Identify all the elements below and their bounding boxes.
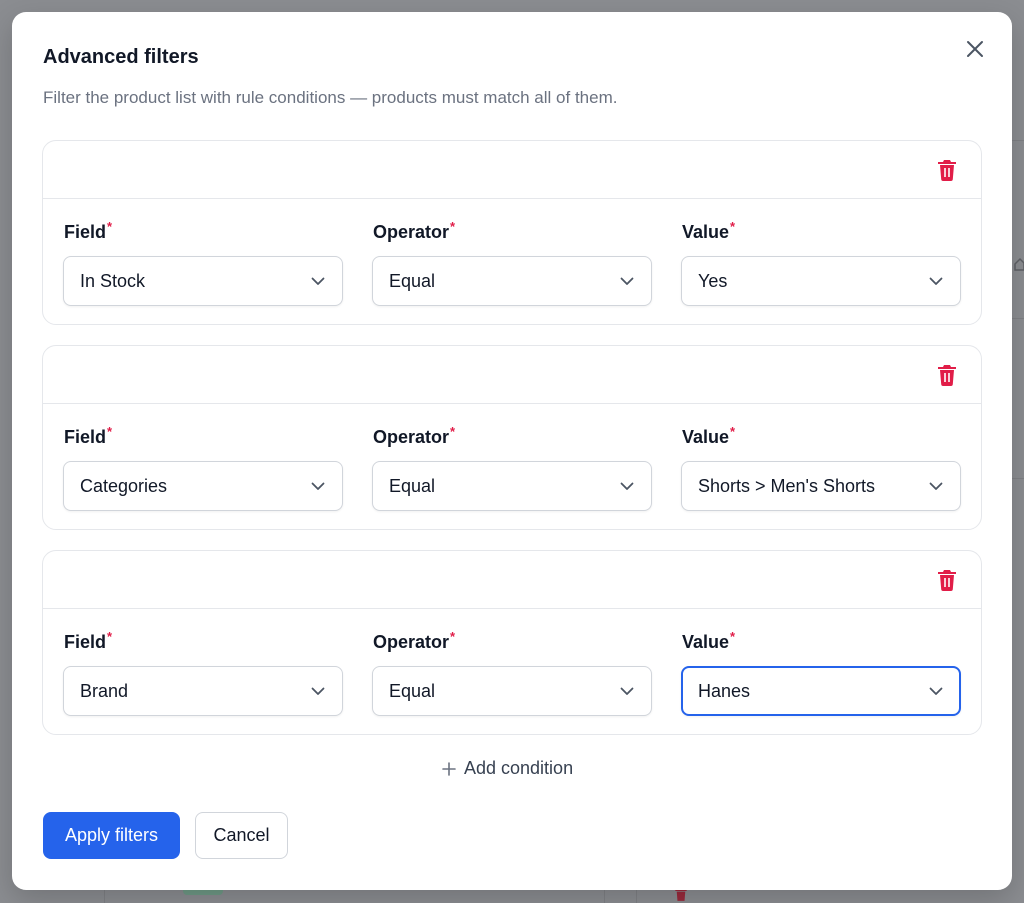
chevron-down-icon bbox=[310, 683, 326, 699]
value-select-value: Hanes bbox=[698, 680, 751, 701]
chevron-down-icon bbox=[619, 273, 635, 289]
condition-card-header bbox=[43, 346, 981, 404]
value-label: Value* bbox=[682, 219, 736, 242]
backdrop-home-icon bbox=[1014, 256, 1024, 277]
chevron-down-icon bbox=[619, 478, 635, 494]
backdrop-divider bbox=[1012, 318, 1024, 319]
operator-select-value: Equal bbox=[389, 475, 436, 496]
trash-icon bbox=[938, 570, 956, 591]
field-select-value: In Stock bbox=[80, 270, 146, 291]
backdrop-divider bbox=[1012, 478, 1024, 479]
advanced-filters-modal: Advanced filters Filter the product list… bbox=[12, 12, 1012, 890]
operator-select-value: Equal bbox=[389, 270, 436, 291]
backdrop-divider bbox=[1012, 140, 1024, 141]
field-select[interactable]: In Stock bbox=[63, 256, 343, 306]
chevron-down-icon bbox=[310, 478, 326, 494]
apply-filters-button[interactable]: Apply filters bbox=[43, 812, 180, 859]
plus-icon bbox=[442, 761, 456, 776]
value-select[interactable]: Shorts > Men's Shorts bbox=[681, 461, 961, 511]
field-label: Field* bbox=[64, 629, 113, 652]
operator-select[interactable]: Equal bbox=[372, 256, 652, 306]
modal-subtitle: Filter the product list with rule condit… bbox=[43, 88, 618, 107]
delete-condition-button[interactable] bbox=[935, 363, 959, 387]
field-label: Field* bbox=[64, 219, 113, 242]
field-select-value: Brand bbox=[80, 680, 129, 701]
add-condition-button[interactable]: Add condition bbox=[442, 758, 573, 779]
field-select[interactable]: Categories bbox=[63, 461, 343, 511]
value-select[interactable]: Yes bbox=[681, 256, 961, 306]
operator-label: Operator* bbox=[373, 424, 456, 447]
trash-icon bbox=[938, 365, 956, 386]
delete-condition-button[interactable] bbox=[935, 158, 959, 182]
backdrop-divider bbox=[636, 890, 637, 903]
value-label: Value* bbox=[682, 629, 736, 652]
cancel-button[interactable]: Cancel bbox=[195, 812, 288, 859]
chevron-down-icon bbox=[619, 683, 635, 699]
condition-card-header bbox=[43, 141, 981, 199]
backdrop-divider bbox=[604, 890, 605, 903]
value-select-value: Yes bbox=[698, 270, 728, 291]
operator-label: Operator* bbox=[373, 219, 456, 242]
add-condition-label: Add condition bbox=[464, 758, 574, 778]
field-label: Field* bbox=[64, 424, 113, 447]
chevron-down-icon bbox=[928, 683, 944, 699]
field-select[interactable]: Brand bbox=[63, 666, 343, 716]
value-select-value: Shorts > Men's Shorts bbox=[698, 475, 876, 496]
backdrop-divider bbox=[104, 890, 105, 903]
operator-select[interactable]: Equal bbox=[372, 666, 652, 716]
delete-condition-button[interactable] bbox=[935, 568, 959, 592]
conditions-list: Field* In Stock Operator* Equal Value* Y… bbox=[42, 140, 982, 735]
operator-select[interactable]: Equal bbox=[372, 461, 652, 511]
condition-card: Field* In Stock Operator* Equal Value* Y… bbox=[42, 140, 982, 325]
field-select-value: Categories bbox=[80, 475, 168, 496]
value-label: Value* bbox=[682, 424, 736, 447]
chevron-down-icon bbox=[928, 273, 944, 289]
close-button[interactable] bbox=[960, 34, 990, 64]
close-icon bbox=[967, 41, 983, 57]
operator-select-value: Equal bbox=[389, 680, 436, 701]
value-select[interactable]: Hanes bbox=[681, 666, 961, 716]
modal-title: Advanced filters bbox=[43, 46, 199, 68]
condition-card-header bbox=[43, 551, 981, 609]
condition-card: Field* Categories Operator* Equal Value* bbox=[42, 345, 982, 530]
operator-label: Operator* bbox=[373, 629, 456, 652]
trash-icon bbox=[938, 160, 956, 181]
chevron-down-icon bbox=[928, 478, 944, 494]
condition-card: Field* Brand Operator* Equal Value* Hane… bbox=[42, 550, 982, 735]
chevron-down-icon bbox=[310, 273, 326, 289]
